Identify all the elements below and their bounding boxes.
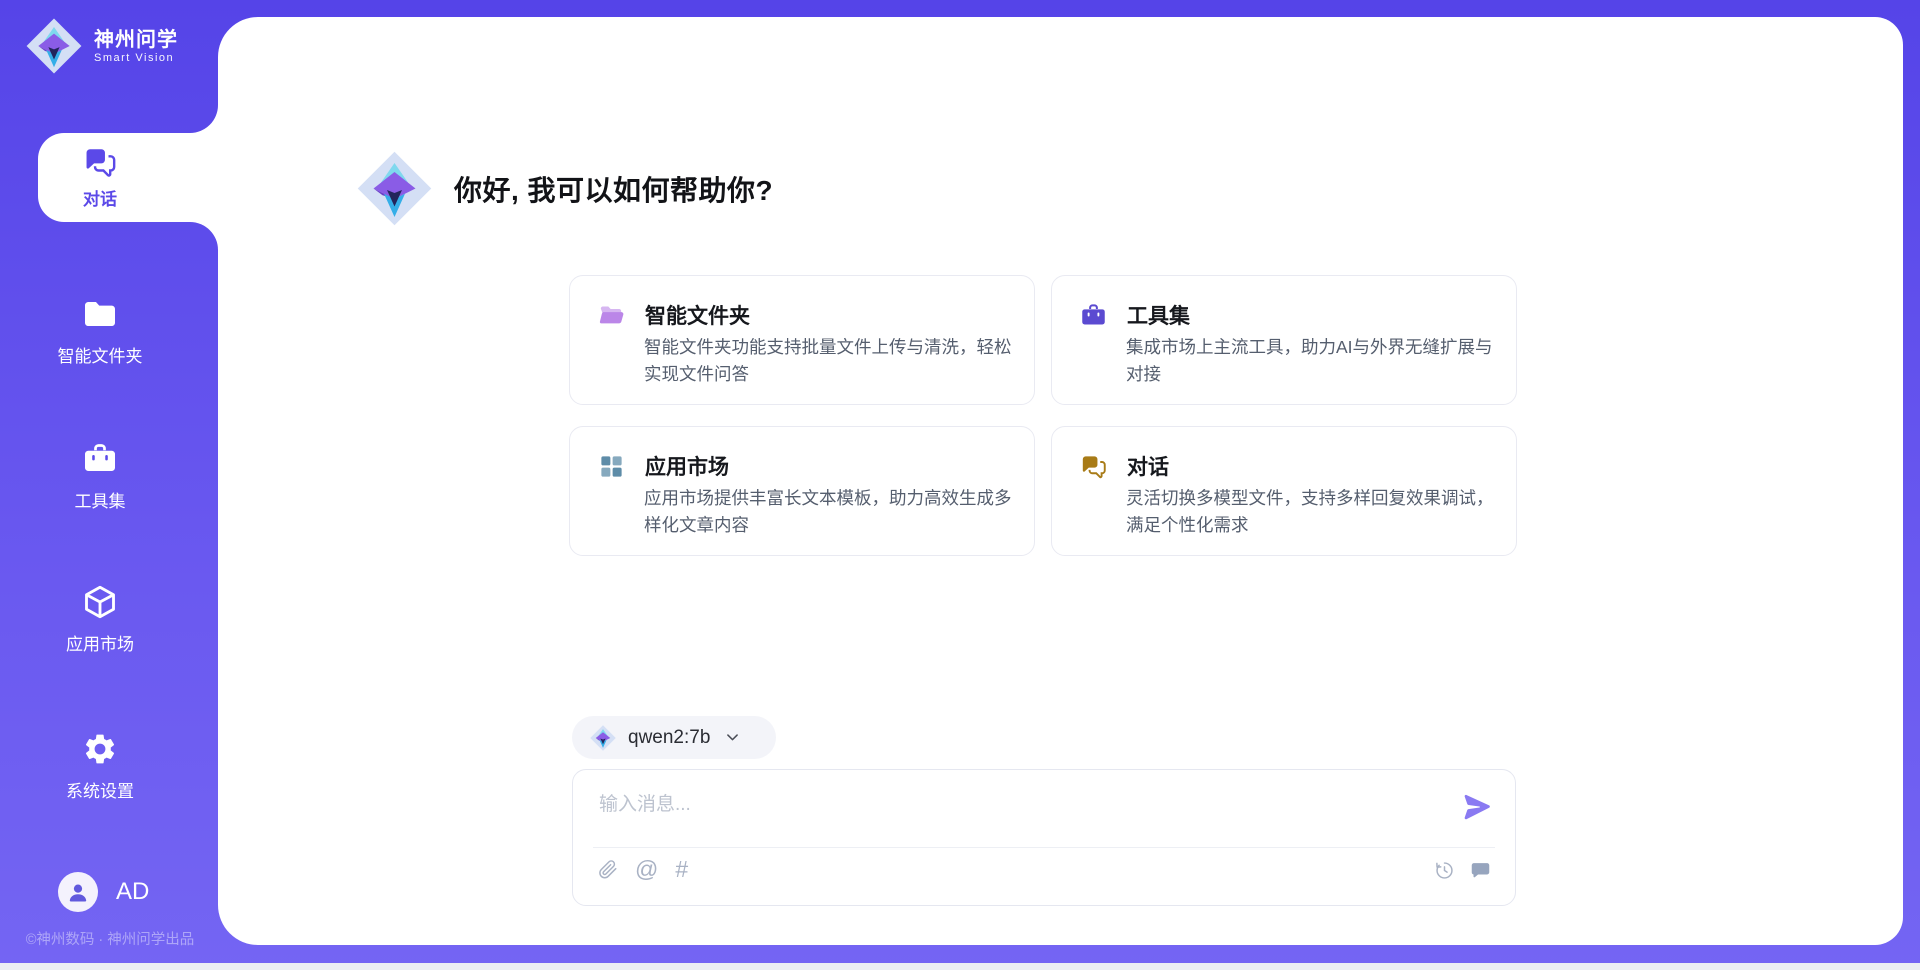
send-button[interactable] bbox=[1462, 793, 1493, 824]
feature-card-smart-folder[interactable]: 智能文件夹 智能文件夹功能支持批量文件上传与清洗，轻松实现文件问答 bbox=[569, 275, 1035, 405]
brand-name: 神州问学 bbox=[94, 29, 178, 52]
active-tab-curve-top bbox=[190, 105, 218, 133]
mention-button[interactable]: @ bbox=[635, 858, 658, 881]
chevron-down-icon bbox=[724, 729, 741, 746]
brand-logo: 神州问学 Smart Vision bbox=[26, 18, 178, 74]
sidebar-item-label: 工具集 bbox=[20, 487, 180, 512]
conversation-button[interactable] bbox=[1470, 860, 1491, 881]
user-profile[interactable]: AD bbox=[58, 872, 149, 912]
card-description: 智能文件夹功能支持批量文件上传与清洗，轻松实现文件问答 bbox=[644, 334, 1016, 388]
composer-divider bbox=[593, 847, 1495, 848]
sidebar-item-smart-folder[interactable]: 智能文件夹 bbox=[20, 296, 180, 367]
feature-card-chat[interactable]: 对话 灵活切换多模型文件，支持多样回复效果调试，满足个性化需求 bbox=[1051, 426, 1517, 556]
attachment-button[interactable] bbox=[597, 859, 618, 880]
folder-open-icon bbox=[598, 302, 625, 329]
sidebar-item-label: 系统设置 bbox=[20, 777, 180, 802]
person-icon bbox=[66, 880, 90, 904]
chat-bubbles-icon bbox=[80, 145, 120, 179]
briefcase-icon bbox=[80, 441, 120, 477]
user-name: AD bbox=[116, 878, 149, 906]
avatar bbox=[58, 872, 98, 912]
sidebar-item-label: 应用市场 bbox=[20, 630, 180, 655]
card-title: 工具集 bbox=[1127, 300, 1190, 330]
sidebar-item-settings[interactable]: 系统设置 bbox=[20, 731, 180, 802]
folder-icon bbox=[80, 296, 120, 332]
briefcase-icon bbox=[1080, 302, 1107, 329]
app-window: 对话 神州问学 Smart Vision 智能文件夹 工具集 应用市场 系统设置… bbox=[0, 0, 1920, 970]
app-market-icon bbox=[598, 453, 625, 480]
sidebar-item-toolset[interactable]: 工具集 bbox=[20, 441, 180, 512]
feature-card-toolset[interactable]: 工具集 集成市场上主流工具，助力AI与外界无缝扩展与对接 bbox=[1051, 275, 1517, 405]
model-name: qwen2:7b bbox=[628, 727, 710, 749]
card-description: 应用市场提供丰富长文本模板，助力高效生成多样化文章内容 bbox=[644, 485, 1016, 539]
brand-subtitle: Smart Vision bbox=[94, 52, 178, 64]
feature-card-app-market[interactable]: 应用市场 应用市场提供丰富长文本模板，助力高效生成多样化文章内容 bbox=[569, 426, 1035, 556]
attachment-icon bbox=[597, 859, 618, 880]
diamond-logo-icon bbox=[590, 725, 616, 751]
card-title: 对话 bbox=[1127, 451, 1169, 481]
sidebar-item-app-market[interactable]: 应用市场 bbox=[20, 584, 180, 655]
cube-icon bbox=[80, 584, 120, 620]
send-icon bbox=[1462, 793, 1493, 824]
card-description: 集成市场上主流工具，助力AI与外界无缝扩展与对接 bbox=[1126, 334, 1498, 388]
chat-bubbles-icon bbox=[1080, 453, 1107, 480]
horizontal-scrollbar[interactable] bbox=[0, 963, 1920, 970]
hash-button[interactable]: # bbox=[675, 858, 688, 881]
sidebar-item-label: 智能文件夹 bbox=[20, 342, 180, 367]
sidebar-item-chat[interactable]: 对话 bbox=[38, 133, 230, 222]
active-tab-curve-bottom bbox=[190, 222, 218, 250]
card-description: 灵活切换多模型文件，支持多样回复效果调试，满足个性化需求 bbox=[1126, 485, 1498, 539]
card-title: 智能文件夹 bbox=[645, 300, 750, 330]
sidebar-item-label: 对话 bbox=[83, 185, 117, 210]
history-button[interactable] bbox=[1434, 860, 1455, 881]
message-composer: @ # bbox=[572, 769, 1516, 906]
panel-content: 智能文件夹 智能文件夹功能支持批量文件上传与清洗，轻松实现文件问答 工具集 集成… bbox=[218, 17, 1903, 945]
model-selector[interactable]: qwen2:7b bbox=[572, 716, 776, 759]
chat-bubble-icon bbox=[1470, 860, 1491, 881]
diamond-logo-icon bbox=[26, 18, 82, 74]
message-input[interactable] bbox=[597, 784, 1421, 826]
history-icon bbox=[1434, 860, 1455, 881]
gear-icon bbox=[80, 731, 120, 767]
card-title: 应用市场 bbox=[645, 451, 729, 481]
copyright-text: ©神州数码 · 神州问学出品 bbox=[10, 928, 210, 949]
